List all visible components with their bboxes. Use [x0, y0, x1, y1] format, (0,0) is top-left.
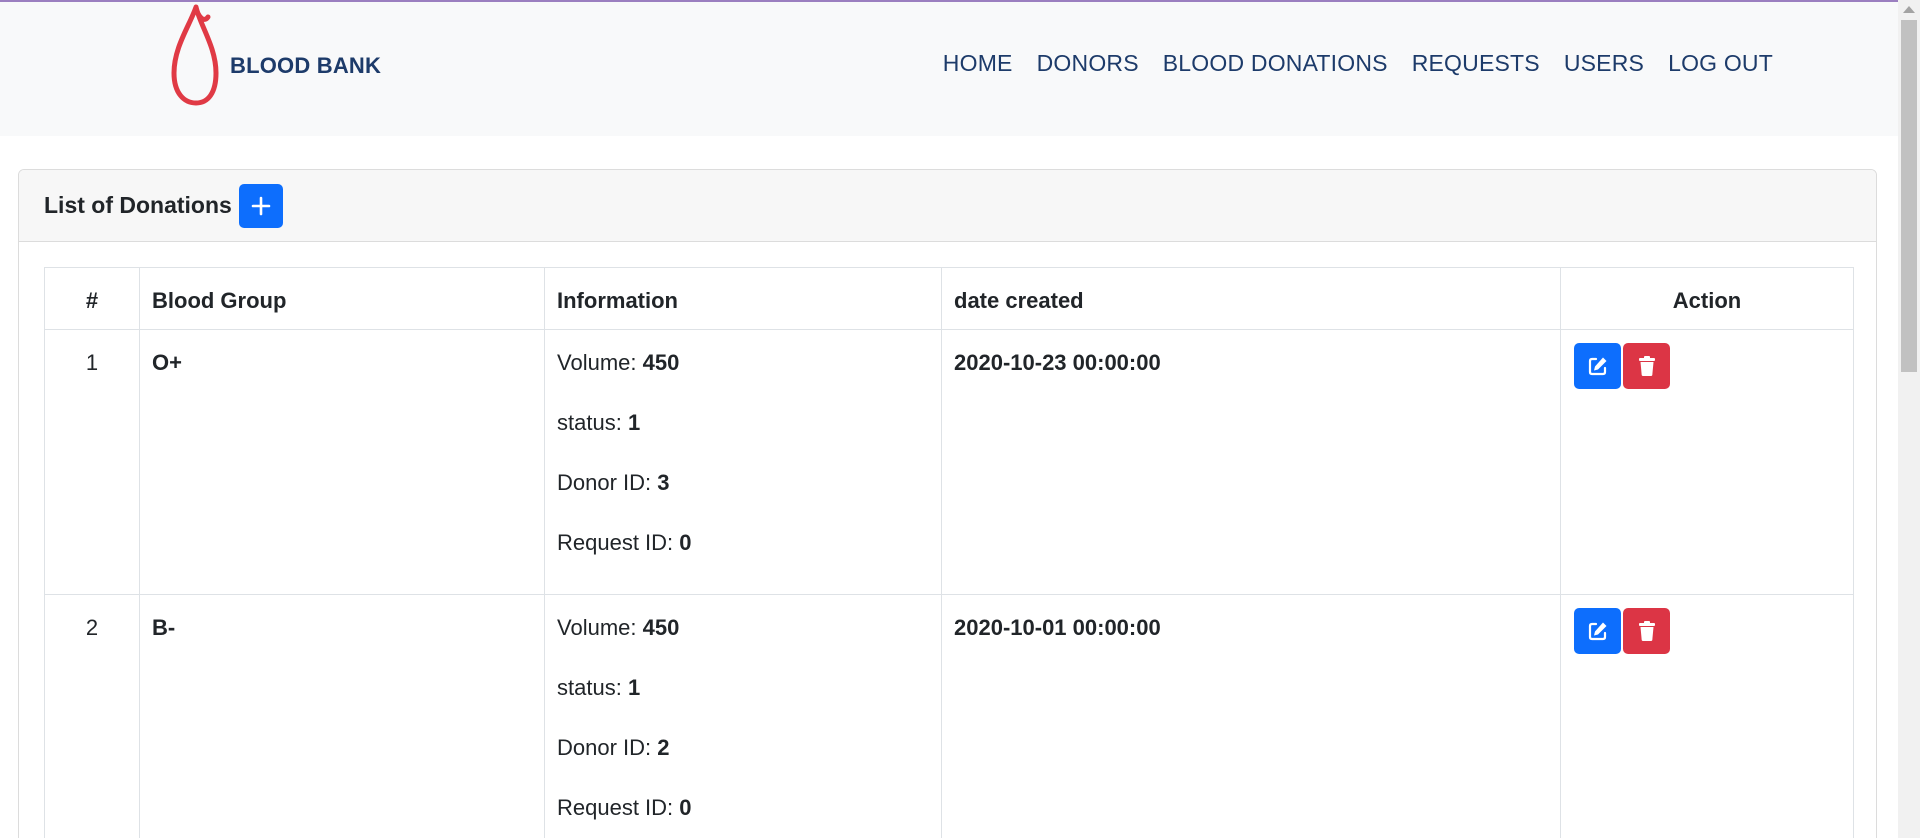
nav-log-out[interactable]: LOG OUT [1668, 50, 1773, 77]
page-scrollbar[interactable] [1898, 0, 1920, 838]
edit-button[interactable] [1574, 608, 1621, 654]
nav-users[interactable]: USERS [1564, 50, 1644, 77]
donor-id-label: Donor ID: [557, 735, 652, 760]
request-id-label: Request ID: [557, 530, 674, 555]
donor-id-value: 3 [657, 470, 670, 495]
volume-line: Volume: 450 [557, 615, 929, 675]
donations-table: # Blood Group Information date created A… [44, 267, 1854, 838]
status-line: status: 1 [557, 410, 929, 470]
trash-icon [1638, 621, 1655, 641]
request-id-value: 0 [679, 795, 692, 820]
nav-home[interactable]: HOME [943, 50, 1013, 77]
row-number: 2 [44, 594, 140, 838]
nav-requests[interactable]: REQUESTS [1412, 50, 1540, 77]
edit-icon [1588, 622, 1606, 641]
blood-group-cell: B- [139, 594, 545, 838]
brand[interactable]: BLOOD BANK [168, 2, 381, 107]
action-cell [1560, 594, 1854, 838]
table-row: 1 O+ Volume: 450 status: 1 Donor ID: 3 R… [44, 329, 1854, 595]
date-created-cell: 2020-10-01 00:00:00 [941, 594, 1561, 838]
row-actions [1574, 343, 1853, 389]
request-id-label: Request ID: [557, 795, 674, 820]
donor-id-line: Donor ID: 3 [557, 470, 929, 530]
volume-label: Volume: [557, 350, 637, 375]
header-information: Information [544, 267, 942, 330]
card-header: List of Donations [19, 170, 1876, 242]
scroll-up-arrow-icon[interactable] [1903, 6, 1915, 13]
information-cell: Volume: 450 status: 1 Donor ID: 2 Reques… [544, 594, 942, 838]
request-id-line: Request ID: 0 [557, 530, 929, 590]
date-created-cell: 2020-10-23 00:00:00 [941, 329, 1561, 595]
information-cell: Volume: 450 status: 1 Donor ID: 3 Reques… [544, 329, 942, 595]
action-cell [1560, 329, 1854, 595]
scrollbar-thumb[interactable] [1901, 20, 1917, 372]
blood-drop-logo-icon [171, 4, 219, 105]
volume-value: 450 [642, 615, 680, 640]
donor-id-value: 2 [657, 735, 670, 760]
delete-button[interactable] [1623, 608, 1670, 654]
trash-icon [1638, 356, 1655, 376]
status-label: status: [557, 675, 622, 700]
nav-donors[interactable]: DONORS [1037, 50, 1139, 77]
delete-button[interactable] [1623, 343, 1670, 389]
nav-blood-donations[interactable]: BLOOD DONATIONS [1163, 50, 1388, 77]
status-value: 1 [627, 410, 641, 435]
edit-button[interactable] [1574, 343, 1621, 389]
brand-name: BLOOD BANK [230, 52, 382, 78]
status-value: 1 [627, 675, 641, 700]
request-id-line: Request ID: 0 [557, 795, 929, 838]
volume-line: Volume: 450 [557, 350, 929, 410]
navbar: BLOOD BANK HOME DONORS BLOOD DONATIONS R… [0, 2, 1898, 136]
edit-icon [1588, 357, 1606, 376]
row-actions [1574, 608, 1853, 654]
add-donation-button[interactable] [238, 183, 283, 228]
status-line: status: 1 [557, 675, 929, 735]
status-label: status: [557, 410, 622, 435]
header-number: # [44, 267, 140, 330]
volume-value: 450 [642, 350, 680, 375]
donor-id-line: Donor ID: 2 [557, 735, 929, 795]
request-id-value: 0 [679, 530, 692, 555]
header-action: Action [1560, 267, 1854, 330]
row-number: 1 [44, 329, 140, 595]
donations-card: List of Donations # Blood Group Informat… [18, 169, 1877, 838]
plus-icon [251, 196, 271, 215]
header-date-created: date created [941, 267, 1561, 330]
table-row: 2 B- Volume: 450 status: 1 Donor ID: 2 R… [44, 594, 1854, 838]
table-header-row: # Blood Group Information date created A… [44, 267, 1854, 330]
volume-label: Volume: [557, 615, 637, 640]
donor-id-label: Donor ID: [557, 470, 652, 495]
main-nav: HOME DONORS BLOOD DONATIONS REQUESTS USE… [943, 50, 1773, 77]
header-blood-group: Blood Group [139, 267, 545, 330]
blood-group-cell: O+ [139, 329, 545, 595]
page-title: List of Donations [44, 192, 232, 218]
donations-table-wrap: # Blood Group Information date created A… [44, 267, 1854, 838]
